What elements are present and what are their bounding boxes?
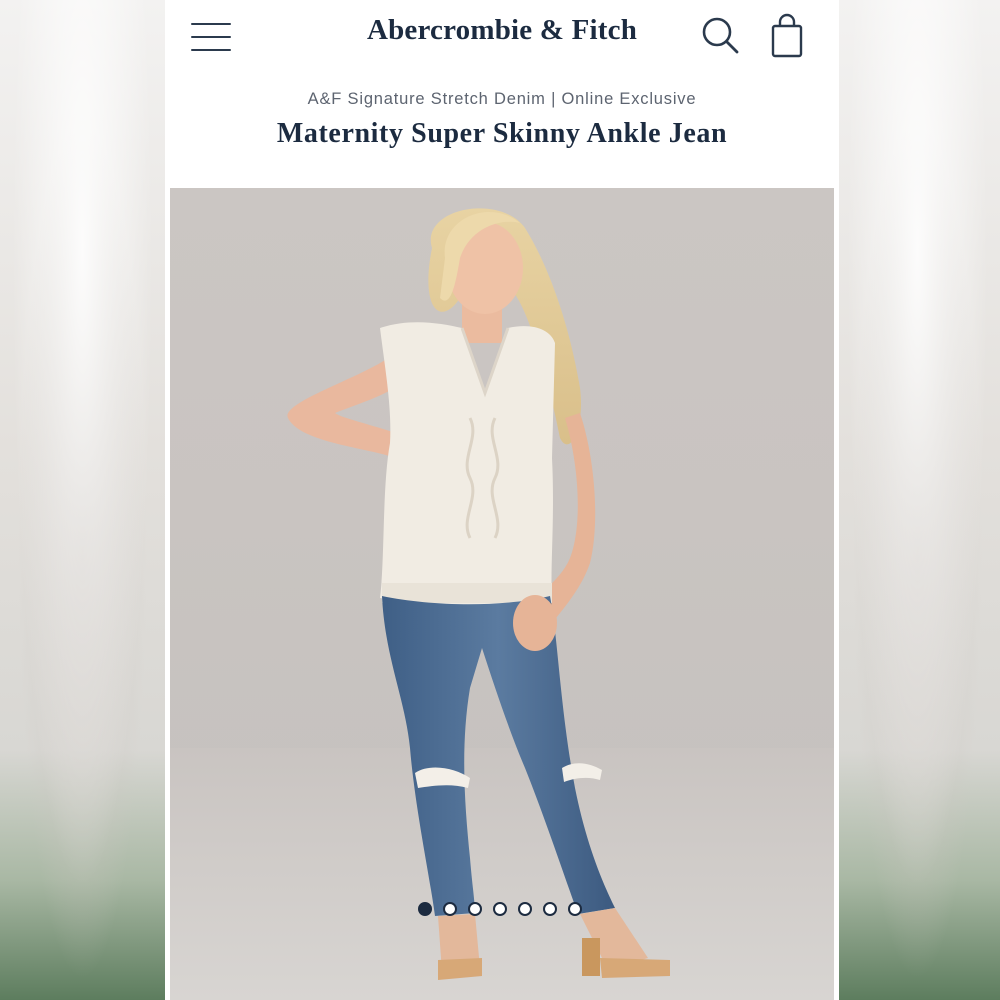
product-collection-label: A&F Signature Stretch Denim | Online Exc… bbox=[307, 90, 697, 108]
brand-logo[interactable]: Abercrombie & Fitch bbox=[315, 14, 689, 47]
carousel-dot-3[interactable] bbox=[468, 902, 482, 916]
product-image-carousel[interactable] bbox=[170, 188, 834, 1000]
product-page: Abercrombie & Fitch A&F Signature Stretc… bbox=[165, 0, 839, 1000]
carousel-pagination bbox=[418, 902, 582, 916]
blurred-backdrop-right bbox=[835, 0, 1000, 1000]
product-photo-model bbox=[170, 208, 834, 1000]
top-navigation-bar: Abercrombie & Fitch bbox=[165, 0, 839, 78]
blurred-backdrop-left bbox=[0, 0, 165, 1000]
carousel-dot-2[interactable] bbox=[443, 902, 457, 916]
carousel-dot-6[interactable] bbox=[543, 902, 557, 916]
carousel-dot-5[interactable] bbox=[518, 902, 532, 916]
carousel-dot-1[interactable] bbox=[418, 902, 432, 916]
search-icon[interactable] bbox=[699, 14, 743, 58]
product-title: Maternity Super Skinny Ankle Jean bbox=[276, 118, 728, 149]
hamburger-menu-icon[interactable] bbox=[189, 20, 233, 54]
carousel-dot-4[interactable] bbox=[493, 902, 507, 916]
shopping-bag-icon[interactable] bbox=[767, 12, 807, 60]
carousel-dot-7[interactable] bbox=[568, 902, 582, 916]
